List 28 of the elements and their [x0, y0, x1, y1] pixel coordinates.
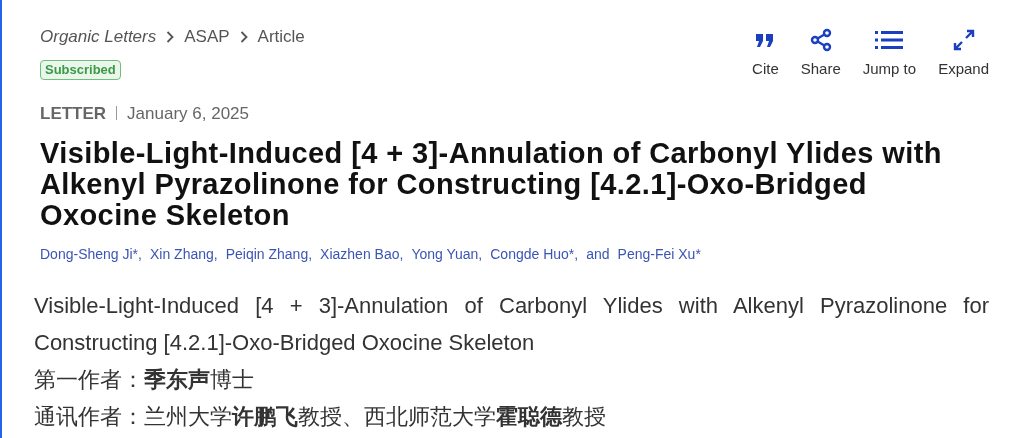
chevron-icon: [239, 30, 248, 43]
body-paragraph: Visible-Light-Induced [4 + 3]-Annulation of Carbonyl Ylides with Alkenyl Pyrazolinone for Constructing [4.2.1]-Oxo-Bridged Oxocine Skeleton: [34, 292, 989, 357]
breadcrumb-link[interactable]: Article: [257, 24, 305, 50]
body-paragraph: 通讯作者：兰州大学许鹏飞教授、西北师范大学霍聪德教授: [34, 403, 607, 431]
chevron-icon: [166, 30, 175, 43]
author-link[interactable]: Congde Huo*,: [490, 244, 579, 265]
toolbar-button[interactable]: Jump to: [862, 28, 917, 81]
toolbar-button[interactable]: Share: [800, 28, 841, 81]
quote-icon: [755, 32, 776, 48]
body-paragraph: 第一作者：季东声博士: [34, 366, 255, 394]
article-title: Visible-Light-Induced [4 + 3]-Annulation of Carbonyl Ylides with Alkenyl Pyrazolinone for Constructing [4.2.1]-Oxo-Bridged Oxocine Skeleton: [40, 138, 943, 231]
breadcrumb-link[interactable]: Organic Letters: [40, 24, 157, 50]
author-link[interactable]: Xin Zhang,: [149, 244, 218, 265]
article-type: LETTER: [40, 102, 107, 125]
publication-date: January 6, 2025: [127, 102, 250, 125]
share-icon: [808, 28, 833, 52]
toolbar-button[interactable]: Expand: [938, 28, 989, 81]
subscribed-badge: Subscribed: [40, 59, 121, 80]
conjunction-text: and: [586, 245, 610, 264]
author-link[interactable]: Peiqin Zhang,: [225, 244, 313, 265]
author-link[interactable]: Yong Yuan,: [411, 244, 483, 265]
author-link[interactable]: Peng-Fei Xu*: [617, 244, 701, 265]
list-icon: [875, 30, 904, 50]
expand-icon: [952, 29, 975, 51]
author-link[interactable]: Xiazhen Bao,: [320, 244, 404, 265]
breadcrumb-link[interactable]: ASAP: [184, 24, 230, 50]
author-link[interactable]: Dong-Sheng Ji*,: [40, 244, 142, 265]
toolbar-button[interactable]: Cite: [752, 28, 779, 81]
